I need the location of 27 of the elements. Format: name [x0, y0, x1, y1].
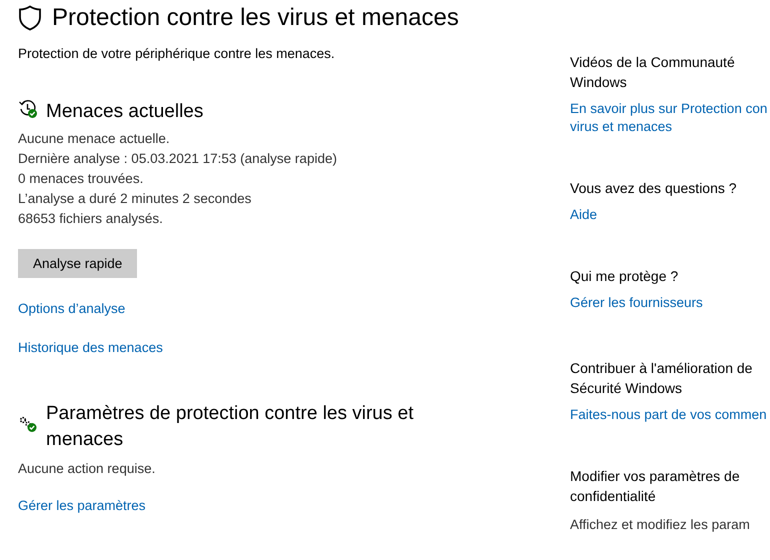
sidebar-link[interactable]: En savoir plus sur Protection con virus et menaces: [570, 100, 770, 136]
link[interactable]: Historique des menaces: [18, 339, 570, 357]
sidebar-heading: Vidéos de la Communauté Windows: [570, 53, 736, 92]
link[interactable]: Gérer les paramètres: [18, 497, 570, 515]
shield-icon: [18, 5, 42, 31]
sidebar-link[interactable]: Gérer les fournisseurs: [570, 294, 770, 312]
gears-check-icon: [18, 415, 38, 433]
status-text: L’analyse a duré 2 minutes 2 secondes: [18, 190, 252, 208]
sidebar-heading: Contribuer à l'amélioration de Sécurité Windows: [570, 359, 754, 398]
status-text: 68653 fichiers analysés.: [18, 210, 164, 228]
page-title: Protection contre les virus et menaces: [52, 4, 459, 32]
section-heading: Paramètres de protection contre les virus et menaces: [46, 402, 415, 452]
sidebar-text: Affichez et modifiez les param: [570, 516, 751, 534]
sidebar-link[interactable]: Aide: [570, 206, 770, 224]
page-subtitle: Protection de votre périphérique contre les menaces.: [18, 46, 336, 61]
status-text: Dernière analyse : 05.03.2021 17:53 (analyse rapide): [18, 150, 338, 168]
section-heading: Menaces actuelles: [46, 100, 204, 124]
sidebar-heading: Vous avez des questions ?: [570, 179, 738, 198]
link[interactable]: Options d’analyse: [18, 300, 570, 318]
sidebar-heading: Modifier vos paramètres de confidentialité: [570, 467, 741, 506]
sidebar-heading: Qui me protège ?: [570, 267, 680, 286]
history-check-icon: [18, 99, 38, 119]
status-text: Aucune menace actuelle.: [18, 130, 171, 148]
sidebar-link[interactable]: Faites-nous part de vos commen: [570, 406, 770, 424]
status-text: Aucune action requise.: [18, 460, 156, 478]
quick-scan-button[interactable]: Analyse rapide: [18, 249, 138, 278]
status-text: 0 menaces trouvées.: [18, 170, 144, 188]
